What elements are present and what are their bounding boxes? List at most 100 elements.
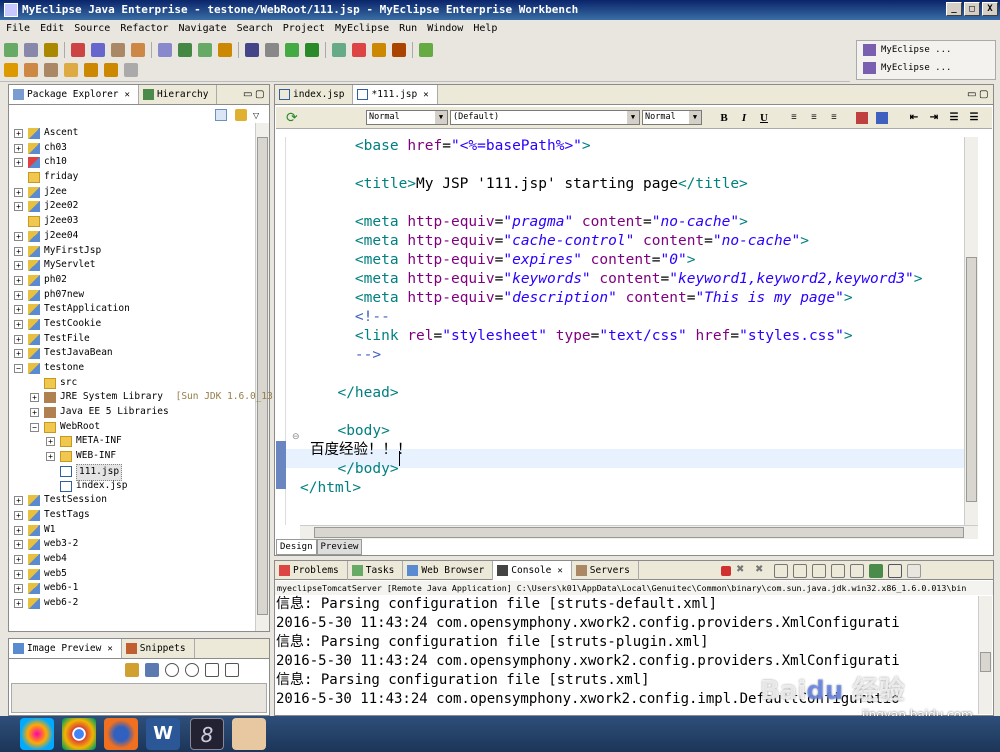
code-editor[interactable]: <base href="<%=basePath%>"> <title>My JS… [300, 137, 968, 524]
tree-item[interactable]: + j2ee02 [14, 199, 254, 214]
expand-icon[interactable]: + [14, 554, 23, 564]
expand-icon[interactable]: + [14, 334, 23, 344]
expand-icon[interactable]: + [14, 584, 23, 594]
close-icon[interactable]: ✕ [423, 90, 428, 100]
expand-icon[interactable]: + [14, 305, 23, 315]
toolbar-button-icon[interactable] [4, 63, 18, 77]
pin-console-icon[interactable] [869, 564, 883, 578]
collapse-icon[interactable]: − [14, 364, 23, 373]
menu-myeclipse[interactable]: MyEclipse [335, 20, 389, 38]
zoom-in-icon[interactable] [185, 663, 199, 677]
tree-item[interactable]: + TestCookie [14, 317, 254, 332]
expand-icon[interactable]: + [14, 540, 23, 550]
tree-item[interactable]: + TestSession [14, 493, 254, 508]
tab-111-jsp[interactable]: *111.jsp ✕ [353, 85, 438, 104]
tab-index-jsp[interactable]: index.jsp [275, 85, 354, 104]
tab-design[interactable]: Design [276, 539, 317, 555]
align-center-icon[interactable]: ≡ [806, 110, 822, 126]
expand-icon[interactable]: + [14, 246, 23, 256]
pin-icon[interactable] [125, 663, 139, 677]
terminate-icon[interactable] [721, 566, 731, 576]
toolbar-button-icon[interactable] [64, 63, 78, 77]
tree-item[interactable]: + j2ee [14, 185, 254, 200]
toolbar-button-icon[interactable] [332, 43, 346, 57]
tree-item[interactable]: + ph02 [14, 273, 254, 288]
collapse-all-icon[interactable] [215, 109, 227, 121]
toolbar-button-icon[interactable] [392, 43, 406, 57]
toolbar-button-icon[interactable] [44, 43, 58, 57]
menu-source[interactable]: Source [74, 20, 110, 38]
toolbar-button-icon[interactable] [24, 43, 38, 57]
toolbar-button-icon[interactable] [91, 43, 105, 57]
tab-package-explorer[interactable]: Package Explorer ✕ [9, 85, 139, 104]
tab-console[interactable]: Console ✕ [493, 561, 572, 580]
perspective-myeclipse-1[interactable]: MyEclipse ... [857, 41, 995, 59]
expand-icon[interactable]: + [14, 275, 23, 285]
tree-item[interactable]: j2ee03 [14, 214, 254, 229]
expand-icon[interactable]: + [14, 187, 23, 197]
editor-vscrollbar[interactable] [964, 137, 978, 525]
show-stdout-icon[interactable] [831, 564, 845, 578]
minimize-view-icon[interactable]: ▭ [967, 85, 979, 104]
toolbar-button-icon[interactable] [352, 43, 366, 57]
size-select[interactable]: Normal ▼ [642, 110, 702, 125]
menu-file[interactable]: File [6, 20, 30, 38]
show-stderr-icon[interactable] [850, 564, 864, 578]
tree-item[interactable]: + web3-2 [14, 537, 254, 552]
menu-edit[interactable]: Edit [40, 20, 64, 38]
toolbar-button-icon[interactable] [4, 43, 18, 57]
fit-icon[interactable] [205, 663, 219, 677]
indent-icon[interactable]: ⇥ [926, 110, 942, 126]
italic-button[interactable]: I [736, 110, 752, 126]
menu-refactor[interactable]: Refactor [120, 20, 168, 38]
editor-hscrollbar[interactable] [300, 525, 978, 539]
scroll-lock-icon[interactable] [793, 564, 807, 578]
myeclipse-taskbar-icon[interactable]: 8 [190, 718, 224, 750]
toolbar-button-icon[interactable] [285, 43, 299, 57]
app-icon-6[interactable] [232, 718, 266, 750]
view-menu-icon[interactable]: ▽ [253, 111, 259, 120]
menu-search[interactable]: Search [237, 20, 273, 38]
expand-icon[interactable]: + [14, 510, 23, 520]
maximize-view-icon[interactable]: ▢ [255, 85, 269, 104]
toolbar-button-icon[interactable] [419, 43, 433, 57]
toolbar-button-icon[interactable] [131, 43, 145, 57]
refresh-icon[interactable]: ⟳ [286, 110, 302, 126]
expand-icon[interactable]: + [14, 496, 23, 506]
scroll-thumb[interactable] [966, 257, 977, 502]
align-left-icon[interactable]: ≡ [786, 110, 802, 126]
tree-item[interactable]: + TestJavaBean [14, 346, 254, 361]
toolbar-button-icon[interactable] [44, 63, 58, 77]
toolbar-button-icon[interactable] [24, 63, 38, 77]
tab-hierarchy[interactable]: Hierarchy [139, 85, 218, 104]
expand-icon[interactable]: + [14, 143, 23, 153]
expand-icon[interactable]: + [14, 349, 23, 359]
expand-icon[interactable]: + [14, 319, 23, 329]
actual-size-icon[interactable] [225, 663, 239, 677]
clear-console-icon[interactable] [774, 564, 788, 578]
bullet-list-icon[interactable]: ☰ [966, 110, 982, 126]
toolbar-button-icon[interactable] [84, 63, 98, 77]
maximize-button[interactable]: □ [964, 2, 980, 16]
tree-item[interactable]: + META-INF [14, 434, 254, 449]
perspective-myeclipse-2[interactable]: MyEclipse ... [857, 59, 995, 77]
tree-item[interactable]: + MyFirstJsp [14, 244, 254, 259]
tree-item[interactable]: + JRE System Library [Sun JDK 1.6.0_13] [14, 390, 279, 405]
minimize-view-icon[interactable]: ▭ [243, 85, 255, 104]
close-icon[interactable]: ✕ [557, 566, 562, 576]
chrome-icon[interactable] [62, 718, 96, 750]
tab-tasks[interactable]: Tasks [348, 561, 404, 580]
expand-icon[interactable]: + [14, 261, 23, 271]
toolbar-button-icon[interactable] [265, 43, 279, 57]
tree-item[interactable]: 111.jsp [14, 463, 254, 481]
expand-icon[interactable]: + [14, 569, 23, 579]
close-button[interactable]: X [982, 2, 998, 16]
minimize-button[interactable]: _ [946, 2, 962, 16]
expand-icon[interactable]: + [14, 231, 23, 241]
fold-icon[interactable]: ⊖ [292, 432, 300, 442]
tab-preview[interactable]: Preview [316, 539, 363, 555]
open-console-icon[interactable] [907, 564, 921, 578]
bold-button[interactable]: B [716, 110, 732, 126]
tab-web-browser[interactable]: Web Browser [403, 561, 494, 580]
align-right-icon[interactable]: ≡ [826, 110, 842, 126]
